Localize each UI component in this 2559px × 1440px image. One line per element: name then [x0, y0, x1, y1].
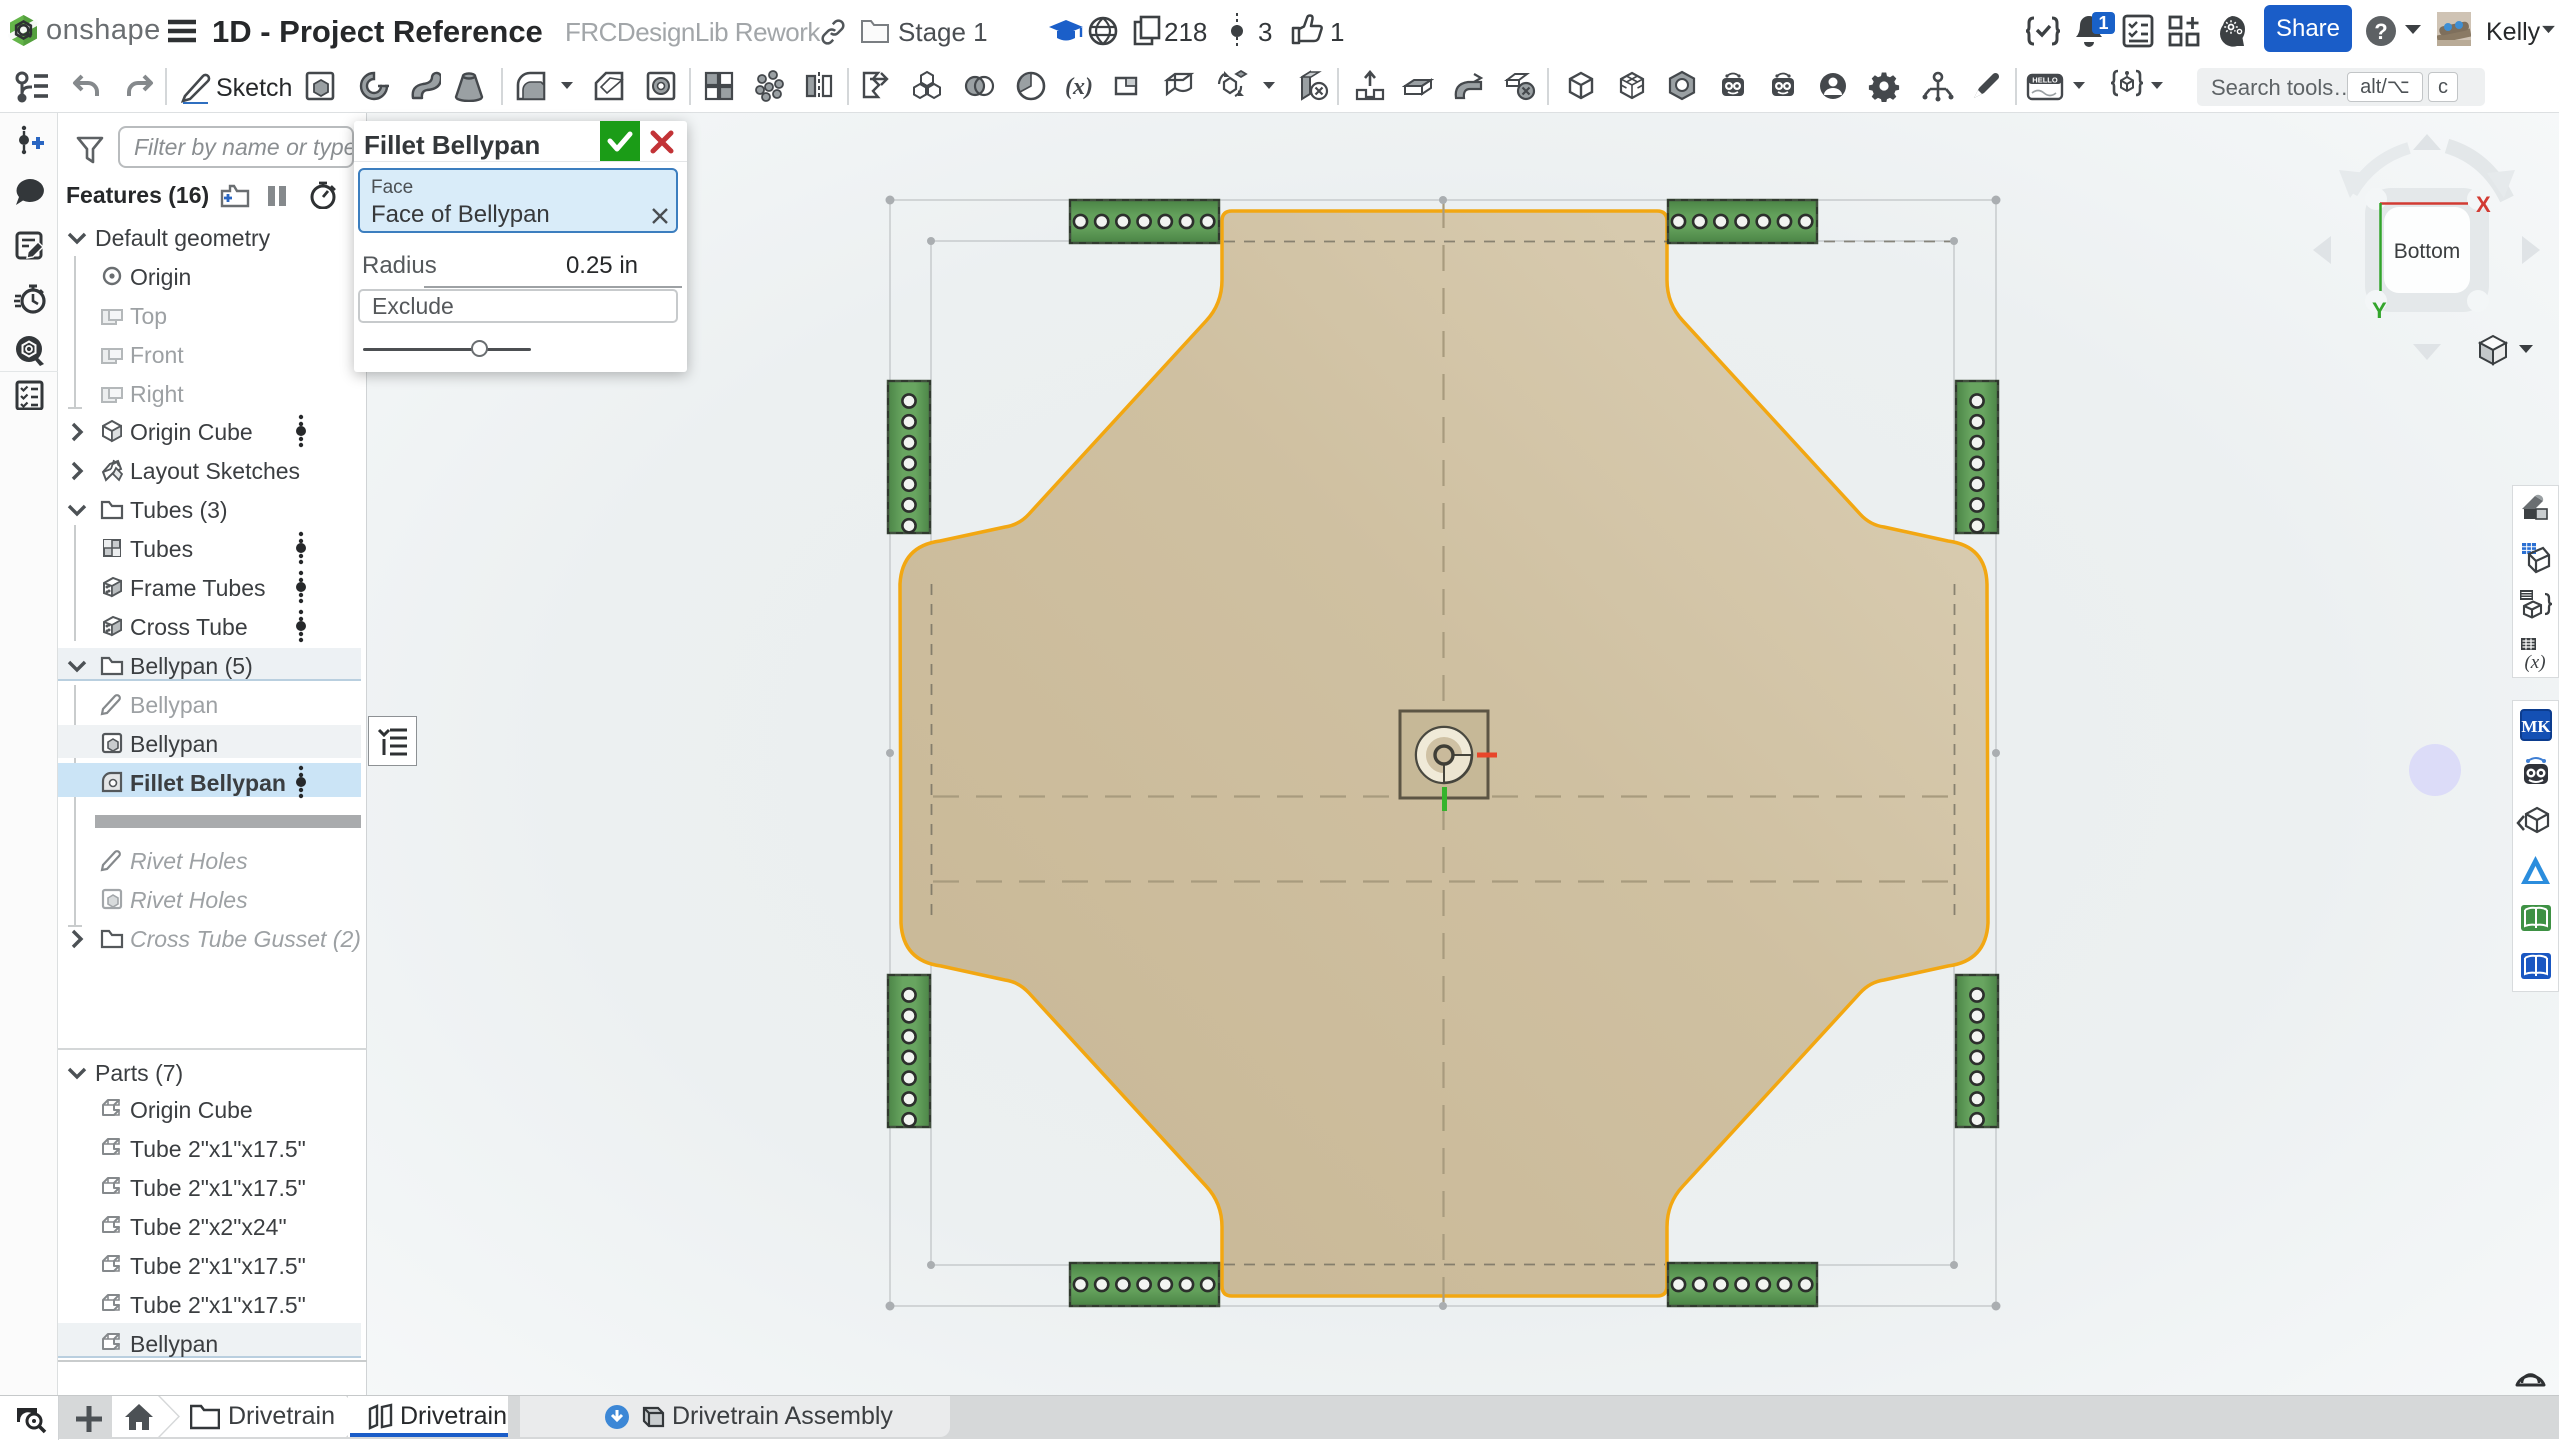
svg-text:(x): (x): [2524, 652, 2545, 673]
svg-text:HELLO: HELLO: [2032, 76, 2058, 85]
svg-text:1: 1: [2098, 13, 2108, 33]
svg-text:Bottom: Bottom: [2394, 240, 2461, 263]
svg-text:MK: MK: [2521, 717, 2551, 736]
svg-text:Y: Y: [2372, 298, 2387, 323]
svg-text:X: X: [2476, 192, 2491, 217]
svg-text:?: ?: [2374, 19, 2387, 44]
svg-text:(x): (x): [1065, 74, 1093, 100]
